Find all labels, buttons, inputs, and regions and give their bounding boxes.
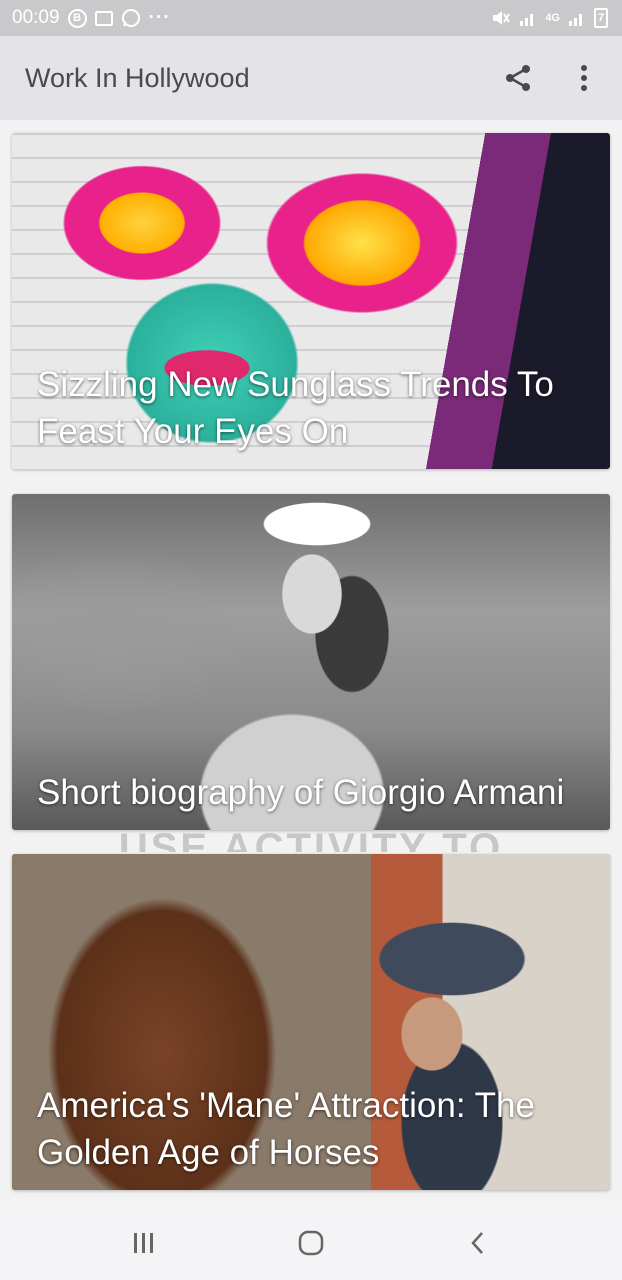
article-title: Sizzling New Sunglass Trends To Feast Yo… <box>37 365 554 451</box>
share-icon <box>506 65 530 91</box>
home-button[interactable] <box>281 1213 341 1273</box>
signal-icon <box>568 9 586 27</box>
battery-icon: 7 <box>594 8 608 28</box>
status-left: 00:09 B ··· <box>12 7 171 29</box>
4g-icon: 4G <box>545 12 560 24</box>
overlay-watermark-text: USE ACTIVITY TO <box>118 826 504 852</box>
recents-button[interactable] <box>114 1213 174 1273</box>
article-card[interactable]: Sizzling New Sunglass Trends To Feast Yo… <box>12 133 610 469</box>
back-icon <box>471 1232 484 1254</box>
app-actions <box>500 60 602 96</box>
article-feed[interactable]: Sizzling New Sunglass Trends To Feast Yo… <box>0 120 622 1206</box>
share-button[interactable] <box>500 60 536 96</box>
mute-icon <box>491 9 511 27</box>
gallery-icon <box>94 10 113 26</box>
back-button[interactable] <box>448 1213 508 1273</box>
whatsapp-icon <box>121 8 141 28</box>
b-circle-icon: B <box>67 8 87 28</box>
article-title: Short biography of Giorgio Armani <box>37 773 565 812</box>
more-vert-icon <box>581 65 587 91</box>
status-right: 4G 7 <box>491 8 608 28</box>
more-dots-icon: ··· <box>148 7 171 28</box>
home-icon <box>298 1230 324 1256</box>
status-bar: 00:09 B ··· 4G 7 <box>0 0 622 36</box>
navigation-bar <box>0 1206 622 1280</box>
article-card[interactable]: Short biography of Giorgio Armani <box>12 494 610 830</box>
app-bar: Work In Hollywood <box>0 36 622 120</box>
status-time: 00:09 <box>12 7 60 28</box>
overflow-menu-button[interactable] <box>566 60 602 96</box>
app-title: Work In Hollywood <box>25 62 250 93</box>
article-card[interactable]: America's 'Mane' Attraction: The Golden … <box>12 854 610 1190</box>
article-title: America's 'Mane' Attraction: The Golden … <box>37 1086 535 1172</box>
recents-icon <box>133 1233 153 1253</box>
signal-icon <box>519 9 537 27</box>
